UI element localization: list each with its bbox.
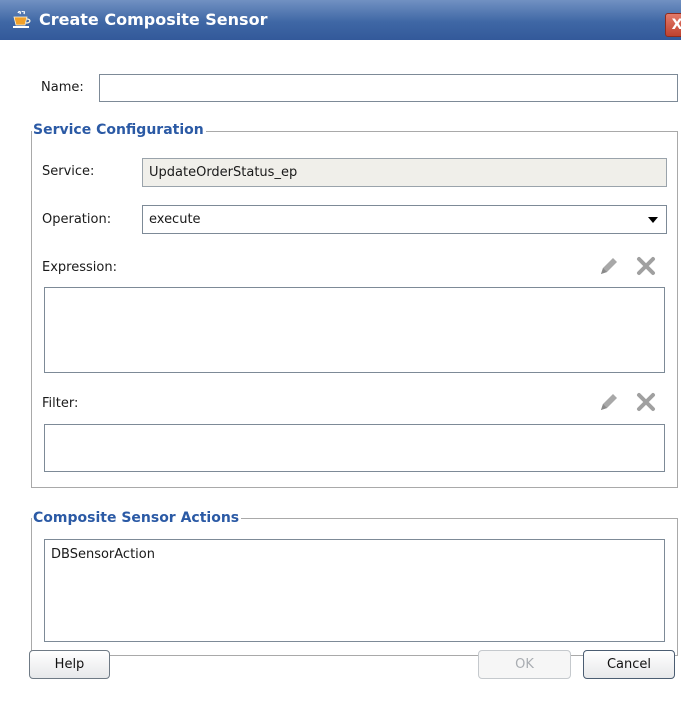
expression-textarea[interactable] — [44, 287, 665, 373]
service-configuration-legend: Service Configuration — [32, 121, 206, 139]
delete-x-icon[interactable] — [635, 391, 657, 413]
service-label: Service: — [42, 164, 95, 179]
operation-label: Operation: — [42, 212, 112, 227]
close-icon[interactable]: X — [665, 13, 681, 37]
filter-textarea[interactable] — [44, 424, 665, 472]
operation-selected-value: execute — [149, 212, 201, 227]
ok-button[interactable]: OK — [478, 650, 571, 679]
filter-label: Filter: — [42, 396, 79, 411]
composite-sensor-actions-legend: Composite Sensor Actions — [32, 509, 242, 527]
name-label: Name: — [41, 80, 84, 95]
expression-label: Expression: — [42, 260, 117, 275]
sensor-actions-list[interactable]: DBSensorAction — [44, 539, 665, 642]
pencil-icon[interactable] — [598, 391, 620, 413]
title-bar: Create Composite Sensor X — [0, 0, 681, 40]
dialog-body: Name: Service Configuration Service: Upd… — [12, 40, 680, 717]
delete-x-icon[interactable] — [635, 255, 657, 277]
dialog-title: Create Composite Sensor — [39, 10, 268, 29]
chevron-down-icon[interactable] — [648, 217, 658, 223]
cancel-button[interactable]: Cancel — [583, 650, 675, 679]
name-input[interactable] — [99, 74, 678, 102]
service-field: UpdateOrderStatus_ep — [142, 158, 667, 187]
coffee-cup-icon — [12, 10, 32, 29]
operation-select[interactable]: execute — [142, 205, 667, 234]
pencil-icon[interactable] — [598, 255, 620, 277]
list-item[interactable]: DBSensorAction — [51, 547, 155, 562]
help-button[interactable]: Help — [29, 650, 110, 679]
